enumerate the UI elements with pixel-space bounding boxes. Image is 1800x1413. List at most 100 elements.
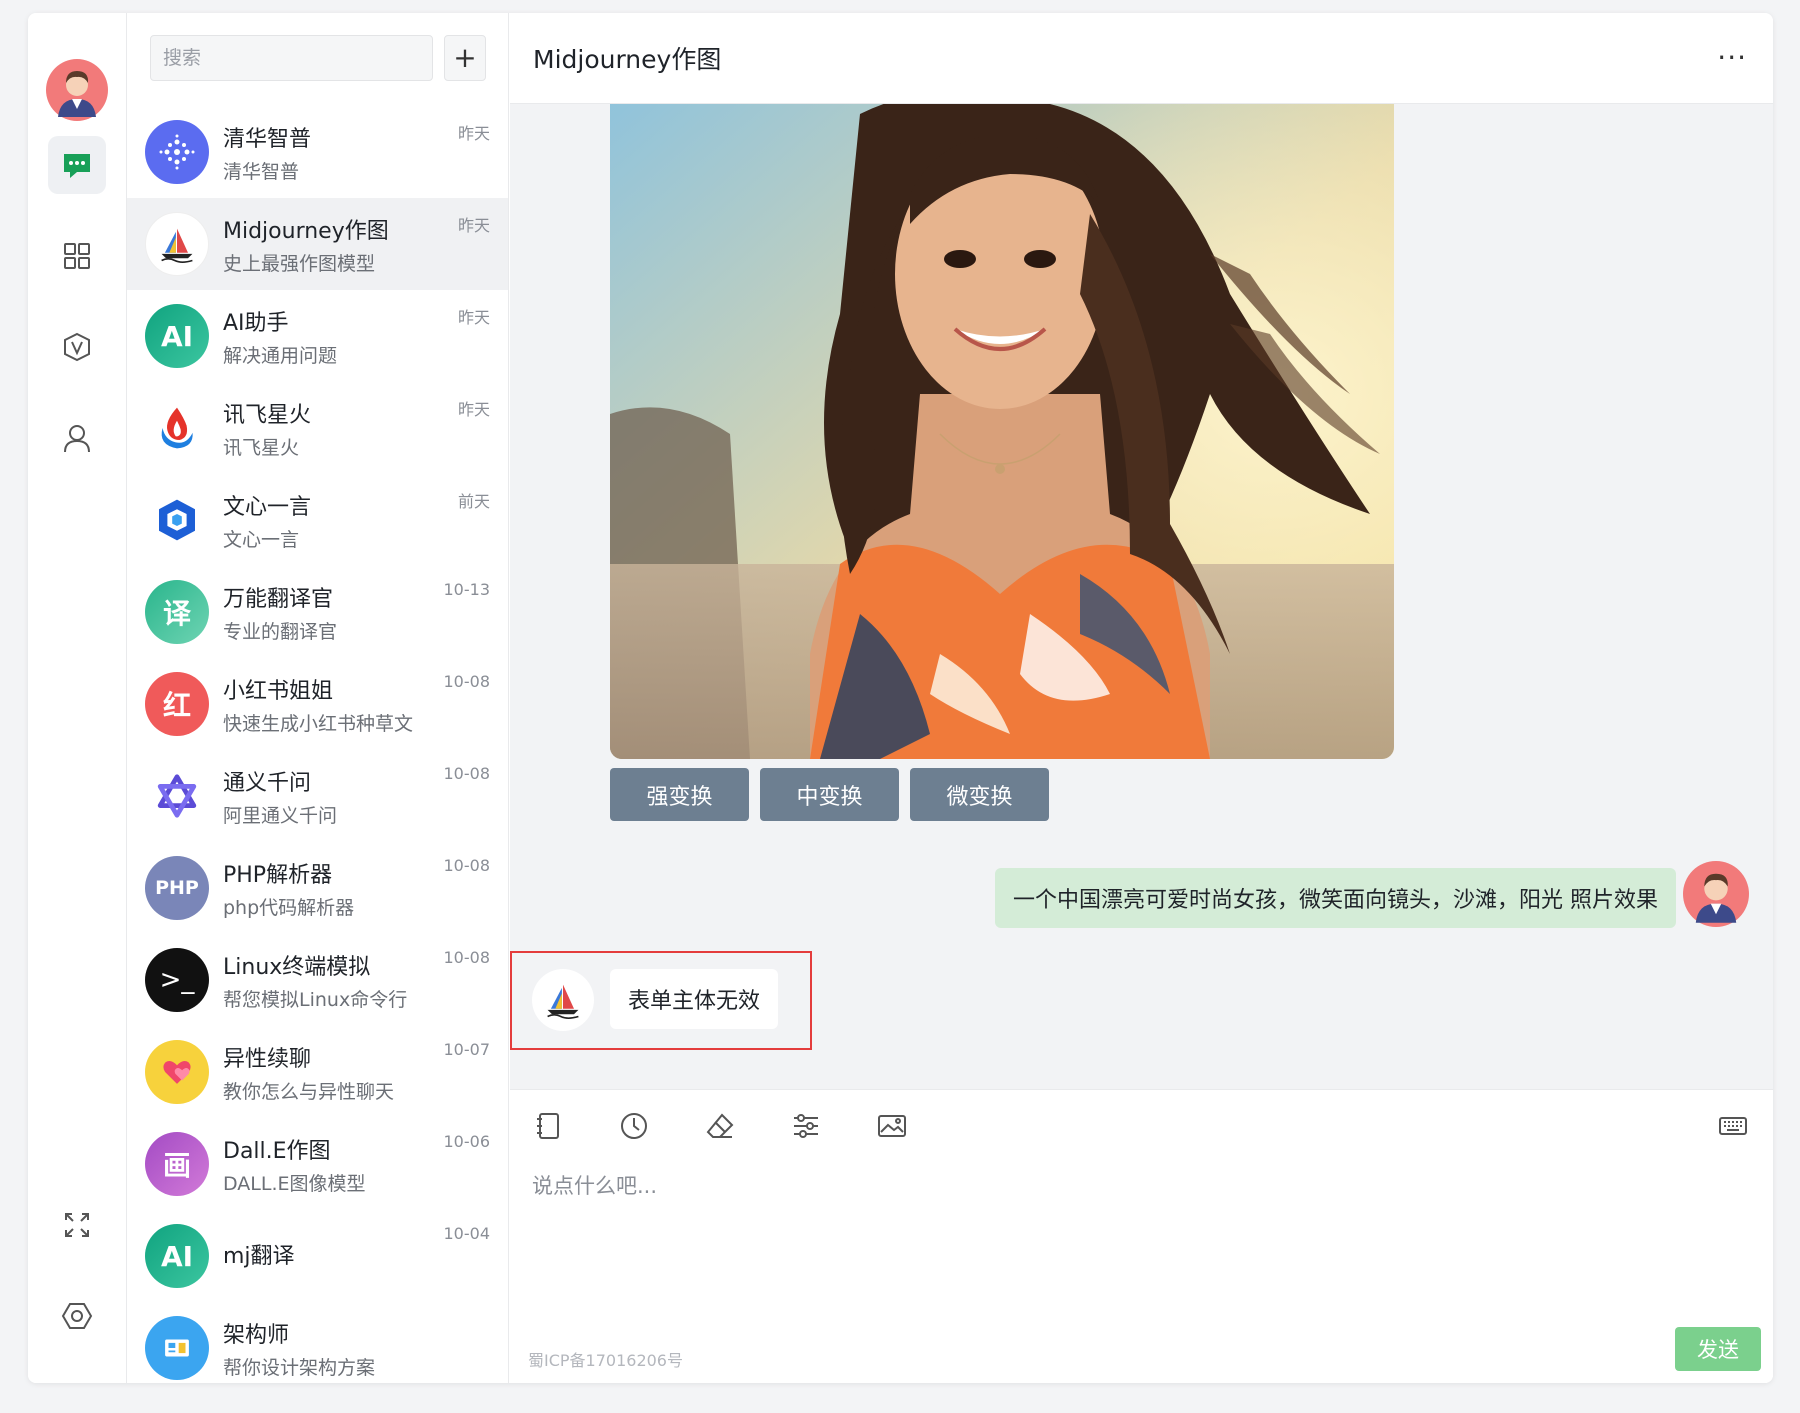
conversation-time: 10-08 (443, 672, 491, 691)
composer: 蜀ICP备17016206号 发送 (510, 1089, 1773, 1383)
icon-rail (28, 13, 127, 1383)
tongyi-star-icon (145, 764, 209, 828)
conversation-item[interactable]: AI AI助手 解决通用问题 昨天 (127, 290, 508, 382)
conversation-item[interactable]: PHP PHP解析器 php代码解析器 10-08 (127, 842, 508, 934)
conversation-desc: 文心一言 (223, 528, 300, 551)
message-area: 强变换 中变换 微变换 一个中国漂亮可爱时尚女孩，微笑面向镜头，沙滩，阳光 照片… (510, 104, 1773, 1089)
conversation-item[interactable]: 译 万能翻译官专业的翻译官 10-13 (127, 566, 508, 658)
variation-subtle-button[interactable]: 微变换 (910, 768, 1049, 821)
keyboard-icon (1719, 1117, 1747, 1135)
add-conversation-button[interactable]: + (444, 35, 486, 81)
conversation-name: mj翻译 (223, 1244, 295, 1269)
nav-apps-button[interactable] (48, 227, 106, 285)
user-message-bubble: 一个中国漂亮可爱时尚女孩，微笑面向镜头，沙滩，阳光 照片效果 (995, 868, 1676, 928)
search-input[interactable] (150, 35, 433, 81)
conversation-desc: 阿里通义千问 (223, 804, 338, 827)
notebook-icon (537, 1113, 559, 1139)
settings-button[interactable] (48, 1287, 106, 1345)
conversation-desc: 帮你设计架构方案 (223, 1356, 376, 1379)
dalle-icon: 画 (145, 1132, 209, 1196)
conversation-item[interactable]: 文心一言 文心一言 前天 (127, 474, 508, 566)
fullscreen-button[interactable] (48, 1196, 106, 1254)
history-button[interactable] (616, 1108, 652, 1144)
notebook-button[interactable] (530, 1108, 566, 1144)
generated-image[interactable] (610, 104, 1394, 759)
conversation-time: 10-07 (443, 1040, 491, 1059)
nav-chat-button[interactable] (48, 136, 106, 194)
conversation-desc: php代码解析器 (223, 896, 355, 919)
terminal-icon: >_ (145, 948, 209, 1012)
bot-message-highlight: 表单主体无效 (510, 951, 812, 1050)
conversation-desc: 史上最强作图模型 (223, 252, 376, 275)
conversation-desc: 解决通用问题 (223, 344, 338, 367)
midjourney-boat-icon (145, 212, 209, 276)
heart-icon (145, 1040, 209, 1104)
conversation-time: 昨天 (457, 216, 490, 235)
conversation-item[interactable]: 讯飞星火 讯飞星火 昨天 (127, 382, 508, 474)
conversation-item[interactable]: 清华智普 清华智普 昨天 (127, 106, 508, 198)
conversation-item[interactable]: 架构师帮你设计架构方案 (127, 1302, 508, 1383)
conversation-list: + 清华智普清华智普 昨天 Midjourney作图史上最强作图模型 昨天 (127, 13, 509, 1383)
conversation-name: Dall.E作图 (223, 1138, 331, 1164)
midjourney-boat-icon (532, 969, 594, 1031)
more-options-button[interactable]: ··· (1717, 41, 1747, 74)
architect-icon (145, 1316, 209, 1380)
variation-medium-button[interactable]: 中变换 (760, 768, 899, 821)
message-input[interactable] (532, 1170, 1751, 1340)
conversation-time: 昨天 (457, 400, 490, 419)
fullscreen-icon (65, 1213, 89, 1237)
settings-sliders-icon (794, 1114, 818, 1138)
conversation-desc: DALL.E图像模型 (223, 1172, 366, 1195)
settings-hexagon-icon (61, 1303, 93, 1329)
app-window: + 清华智普清华智普 昨天 Midjourney作图史上最强作图模型 昨天 (28, 13, 1773, 1383)
conversation-name: 架构师 (223, 1322, 290, 1348)
conversation-item[interactable]: 异性续聊教你怎么与异性聊天 10-07 (127, 1026, 508, 1118)
user-icon (64, 425, 90, 453)
wenxin-cube-icon (145, 488, 209, 552)
php-icon: PHP (145, 856, 209, 920)
conversation-desc: 清华智普 (223, 160, 300, 183)
conversation-time: 10-08 (443, 764, 491, 783)
zhipu-logo-icon (145, 120, 209, 184)
bot-message-bubble: 表单主体无效 (610, 969, 779, 1029)
conversation-time: 10-08 (443, 856, 491, 875)
spark-flame-icon (145, 396, 209, 460)
conversation-time: 10-13 (443, 580, 491, 599)
conversation-item[interactable]: AI mj翻译 10-04 (127, 1210, 508, 1302)
ai-assistant-icon: AI (145, 1224, 209, 1288)
conversation-item[interactable]: 通义千问 阿里通义千问 10-08 (127, 750, 508, 842)
settings-sliders-button[interactable] (788, 1108, 824, 1144)
conversation-name: 讯飞星火 (223, 402, 312, 428)
chat-title: Midjourney作图 (533, 45, 722, 74)
translator-icon: 译 (145, 580, 209, 644)
nav-profile-button[interactable] (48, 409, 106, 467)
conversation-name: 万能翻译官 (223, 586, 334, 612)
conversation-item[interactable]: Midjourney作图 史上最强作图模型 昨天 (127, 198, 508, 290)
conversation-time: 10-04 (443, 1224, 491, 1243)
user-avatar[interactable] (46, 59, 108, 121)
chat-header: Midjourney作图 ··· (510, 13, 1773, 104)
send-button[interactable]: 发送 (1675, 1327, 1761, 1371)
variation-strong-button[interactable]: 强变换 (610, 768, 749, 821)
conversation-name: 清华智普 (223, 126, 312, 152)
conversation-name: Midjourney作图 (223, 218, 389, 244)
history-clock-icon (621, 1113, 647, 1139)
image-button[interactable] (874, 1108, 910, 1144)
ai-assistant-icon: AI (145, 304, 209, 368)
chat-bubble-icon (64, 154, 90, 178)
conversation-item[interactable]: >_ Linux终端模拟 帮您模拟Linux命令行 10-08 (127, 934, 508, 1026)
keyboard-button[interactable] (1715, 1108, 1751, 1144)
conversation-item[interactable]: 红 小红书姐姐 快速生成小红书种草文 10-08 (127, 658, 508, 750)
nav-vip-button[interactable] (48, 318, 106, 376)
user-message-avatar (1683, 861, 1749, 927)
conversation-desc: 教你怎么与异性聊天 (223, 1080, 395, 1103)
chat-panel: Midjourney作图 ··· 强变换 中变换 微变换 一个中国漂亮可爱时尚女… (510, 13, 1773, 1383)
conversation-item[interactable]: 画 Dall.E作图 DALL.E图像模型 10-06 (127, 1118, 508, 1210)
icp-license-text[interactable]: 蜀ICP备17016206号 (528, 1347, 683, 1371)
conversation-name: 文心一言 (223, 494, 312, 520)
conversation-name: AI助手 (223, 310, 289, 336)
clear-button[interactable] (702, 1108, 738, 1144)
conversation-desc: 专业的翻译官 (223, 620, 338, 643)
image-icon (878, 1115, 906, 1137)
conversation-name: 异性续聊 (223, 1046, 312, 1072)
